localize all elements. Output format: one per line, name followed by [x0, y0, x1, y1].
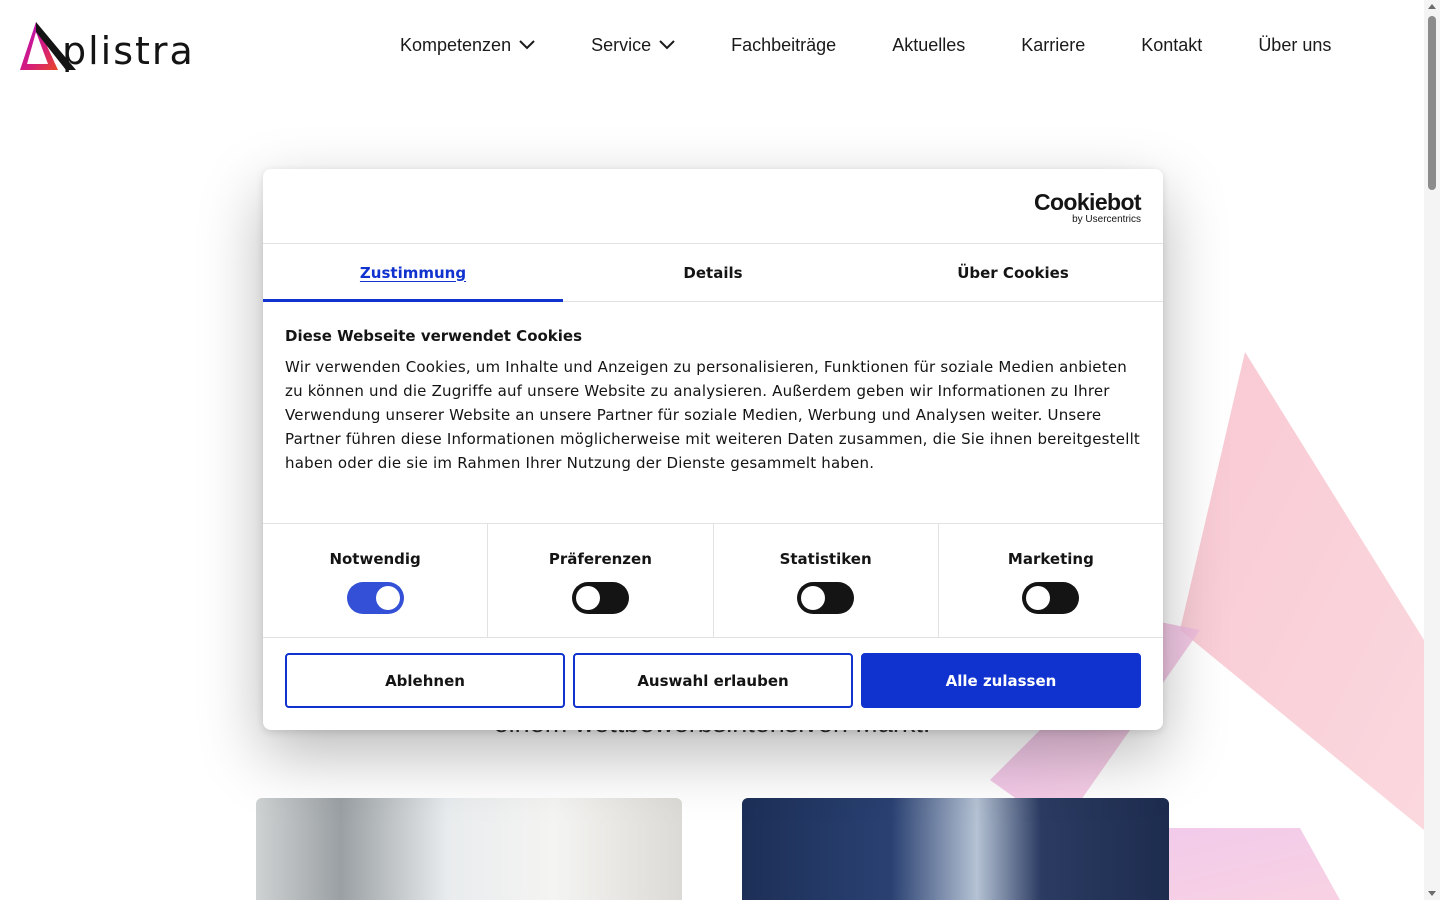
category-notwendig: Notwendig: [263, 524, 489, 637]
dialog-title: Diese Webseite verwendet Cookies: [285, 327, 583, 345]
toggle-notwendig[interactable]: [346, 582, 404, 614]
category-label: Statistiken: [779, 550, 872, 568]
tab-zustimmung[interactable]: Zustimmung: [263, 244, 563, 302]
dialog-tabs: Zustimmung Details Über Cookies: [263, 244, 1163, 302]
decline-button[interactable]: Ablehnen: [285, 653, 565, 708]
dialog-actions: Ablehnen Auswahl erlauben Alle zulassen: [285, 653, 1141, 708]
tab-label: Zustimmung: [359, 263, 467, 282]
dialog-header: Cookiebot by Usercentrics: [263, 169, 1163, 244]
toggle-statistiken[interactable]: [797, 582, 855, 614]
category-label: Notwendig: [329, 550, 421, 568]
cookiebot-brand-by: by Usercentrics: [1072, 214, 1141, 225]
tab-details[interactable]: Details: [563, 244, 863, 301]
tab-ueber-cookies[interactable]: Über Cookies: [863, 244, 1163, 301]
category-statistiken: Statistiken: [714, 524, 939, 637]
scroll-up-arrow-icon[interactable]: [1424, 0, 1440, 14]
toggle-praeferenzen[interactable]: [571, 582, 629, 614]
toggle-knob: [375, 586, 400, 610]
scrollbar-thumb[interactable]: [1428, 16, 1436, 190]
cookiebot-logo[interactable]: Cookiebot by Usercentrics: [1033, 189, 1142, 225]
cookie-consent-dialog: Cookiebot by Usercentrics Zustimmung Det…: [263, 169, 1163, 730]
dialog-description: Wir verwenden Cookies, um Inhalte und An…: [285, 358, 1141, 472]
toggle-knob: [575, 586, 600, 610]
allow-selection-button[interactable]: Auswahl erlauben: [573, 653, 853, 708]
toggle-marketing[interactable]: [1022, 582, 1080, 614]
allow-all-button[interactable]: Alle zulassen: [861, 653, 1141, 708]
cookie-category-toggles: Notwendig Präferenzen Statistiken Market…: [263, 523, 1163, 638]
toggle-knob: [801, 586, 826, 610]
category-label: Präferenzen: [548, 550, 652, 568]
tab-label: Details: [683, 263, 743, 282]
category-praeferenzen: Präferenzen: [488, 524, 714, 637]
page-scrollbar[interactable]: [1424, 0, 1440, 900]
toggle-knob: [1026, 586, 1051, 610]
category-marketing: Marketing: [939, 524, 1163, 637]
scroll-down-arrow-icon[interactable]: [1424, 886, 1440, 900]
tab-label: Über Cookies: [957, 263, 1069, 282]
cookiebot-brand-name: Cookiebot: [1033, 189, 1142, 215]
category-label: Marketing: [1007, 550, 1094, 568]
dialog-body: Diese Webseite verwendet Cookies Wir ver…: [285, 327, 1141, 475]
